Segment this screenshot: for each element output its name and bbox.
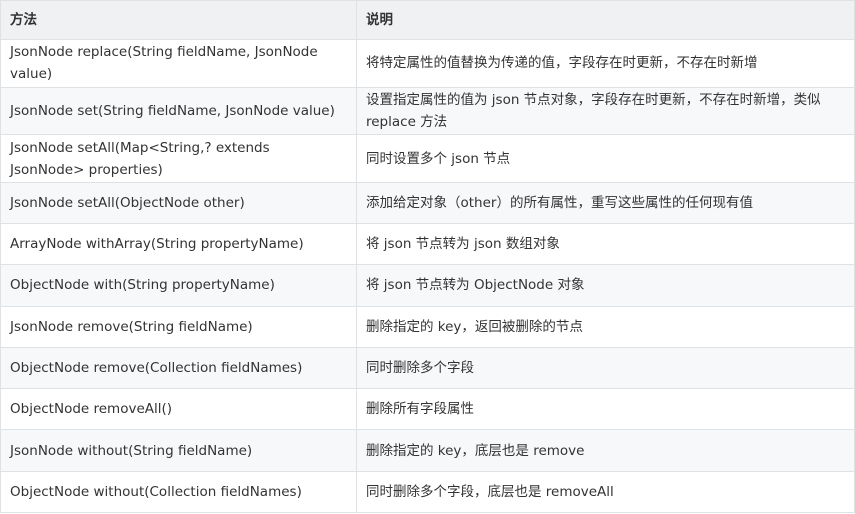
table-row: JsonNode replace(String fieldName, JsonN… [0, 39, 855, 88]
table-row: JsonNode set(String fieldName, JsonNode … [0, 86, 855, 136]
method-cell: JsonNode without(String fieldName) [0, 429, 357, 472]
method-cell: JsonNode replace(String fieldName, JsonN… [0, 39, 357, 88]
table-row: ObjectNode with(String propertyName) 将 j… [0, 264, 855, 307]
table-row: JsonNode setAll(Map<String,? extends Jso… [0, 134, 855, 183]
description-cell: 同时删除多个字段，底层也是 removeAll [356, 470, 855, 514]
method-cell: ObjectNode without(Collection fieldNames… [0, 470, 357, 514]
method-cell: ObjectNode remove(Collection fieldNames) [0, 346, 357, 390]
table-row: JsonNode without(String fieldName) 删除指定的… [0, 429, 855, 472]
method-cell: ObjectNode with(String propertyName) [0, 264, 357, 307]
method-cell: ArrayNode withArray(String propertyName) [0, 223, 357, 266]
table-row: JsonNode setAll(ObjectNode other) 添加给定对象… [0, 181, 855, 225]
method-cell: JsonNode setAll(ObjectNode other) [0, 181, 357, 225]
header-row: 方法 说明 [0, 0, 855, 40]
description-cell: 将 json 节点转为 ObjectNode 对象 [356, 264, 855, 307]
header-method: 方法 [0, 0, 357, 40]
table-row: ObjectNode remove(Collection fieldNames)… [0, 346, 855, 390]
description-cell: 删除指定的 key，底层也是 remove [356, 429, 855, 472]
table-row: ArrayNode withArray(String propertyName)… [0, 223, 855, 266]
description-cell: 将特定属性的值替换为传递的值，字段存在时更新，不存在时新增 [356, 39, 855, 88]
method-cell: ObjectNode removeAll() [0, 388, 357, 431]
description-cell: 同时设置多个 json 节点 [356, 134, 855, 183]
method-cell: JsonNode remove(String fieldName) [0, 305, 357, 348]
method-cell: JsonNode set(String fieldName, JsonNode … [0, 86, 357, 136]
method-cell: JsonNode setAll(Map<String,? extends Jso… [0, 134, 357, 183]
table-header: 方法 说明 [0, 0, 855, 40]
description-cell: 删除指定的 key，返回被删除的节点 [356, 305, 855, 348]
table-row: ObjectNode removeAll() 删除所有字段属性 [0, 388, 855, 431]
methods-table: 方法 说明 JsonNode replace(String fieldName,… [0, 0, 855, 514]
description-cell: 设置指定属性的值为 json 节点对象，字段存在时更新，不存在时新增，类似 re… [356, 86, 855, 136]
table-body: JsonNode replace(String fieldName, JsonN… [0, 39, 855, 514]
header-description: 说明 [356, 0, 855, 40]
description-cell: 添加给定对象（other）的所有属性，重写这些属性的任何现有值 [356, 181, 855, 225]
description-cell: 同时删除多个字段 [356, 346, 855, 390]
table-row: JsonNode remove(String fieldName) 删除指定的 … [0, 305, 855, 348]
description-cell: 将 json 节点转为 json 数组对象 [356, 223, 855, 266]
description-cell: 删除所有字段属性 [356, 388, 855, 431]
table-row: ObjectNode without(Collection fieldNames… [0, 470, 855, 514]
